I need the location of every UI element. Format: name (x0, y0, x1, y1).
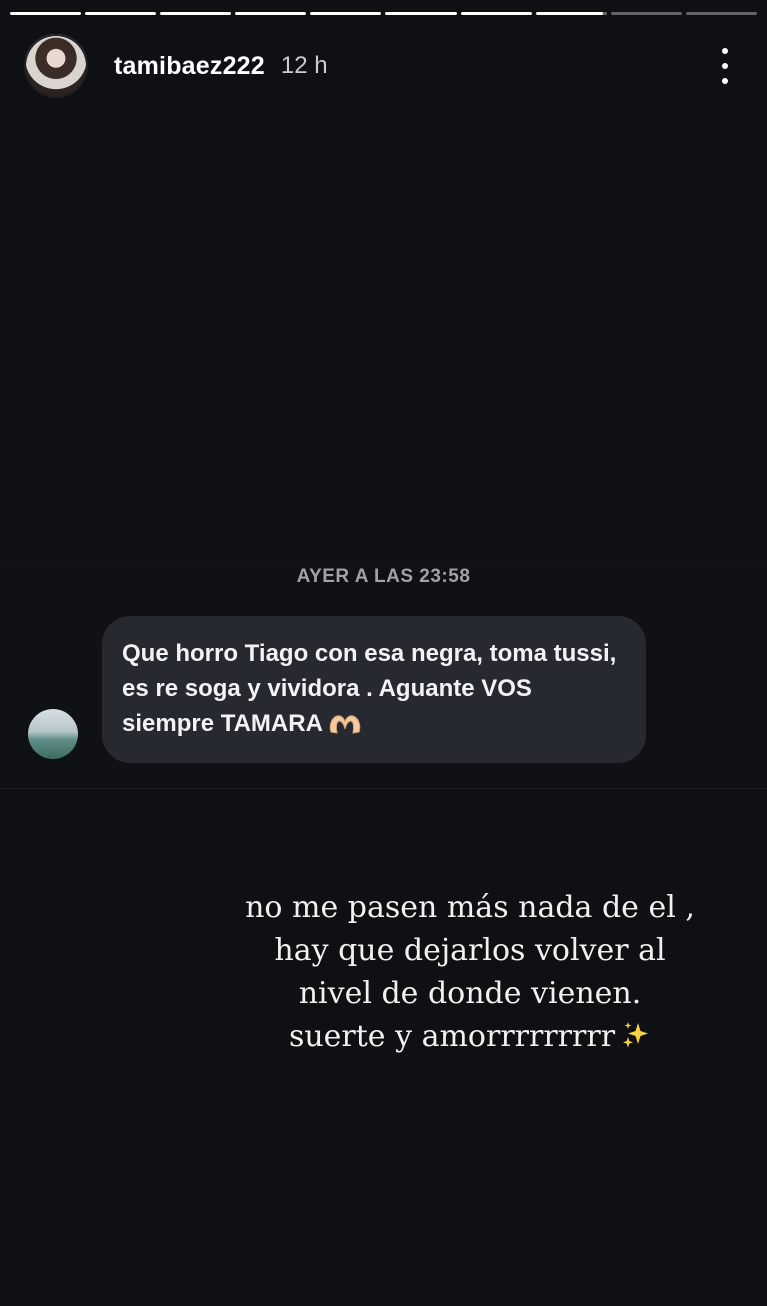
progress-segment (85, 12, 157, 15)
progress-segment (685, 12, 757, 15)
progress-segment (535, 12, 607, 15)
caption-line: hay que dejarlos volver al (274, 933, 666, 968)
progress-segment-fill (10, 12, 82, 15)
progress-segment-fill (160, 12, 232, 15)
story-timestamp: 12 h (280, 52, 328, 79)
progress-segment-fill (385, 12, 457, 15)
more-options-icon[interactable] (720, 48, 730, 84)
caption-line: no me pasen más nada de el , (245, 890, 695, 925)
progress-segment (310, 12, 382, 15)
progress-segment (385, 12, 457, 15)
sparkles-icon (621, 1019, 651, 1049)
progress-segment (610, 12, 682, 15)
story-header: tamibaez222 12 h (24, 34, 744, 98)
username[interactable]: tamibaez222 (114, 52, 265, 81)
caption-line: nivel de donde vienen. (298, 976, 642, 1011)
story-caption: no me pasen más nada de el , hay que dej… (180, 886, 760, 1058)
progress-segment-fill (535, 12, 604, 15)
progress-segment (10, 12, 82, 15)
sender-avatar (28, 709, 78, 759)
story-progress-bar (10, 12, 757, 16)
progress-segment (235, 12, 307, 15)
progress-segment-fill (460, 12, 532, 15)
progress-segment (160, 12, 232, 15)
progress-segment-fill (235, 12, 307, 15)
message-timestamp: AYER A LAS 23:58 (296, 566, 471, 587)
story-view[interactable]: tamibaez222 12 h AYER A LAS 23:58 Que ho… (0, 0, 767, 1306)
progress-segment-fill (310, 12, 382, 15)
caption-line: suerte y amorrrrrrrrr (288, 1019, 616, 1054)
profile-avatar[interactable] (24, 34, 88, 98)
message-bubble: Que horro Tiago con esa negra, toma tuss… (102, 616, 646, 763)
caption-last-line: suerte y amorrrrrrrrr (180, 1015, 760, 1058)
message-text: Que horro Tiago con esa negra, toma tuss… (122, 640, 617, 737)
progress-segment-fill (85, 12, 157, 15)
progress-segment (460, 12, 532, 15)
heart-hands-icon (327, 712, 363, 734)
